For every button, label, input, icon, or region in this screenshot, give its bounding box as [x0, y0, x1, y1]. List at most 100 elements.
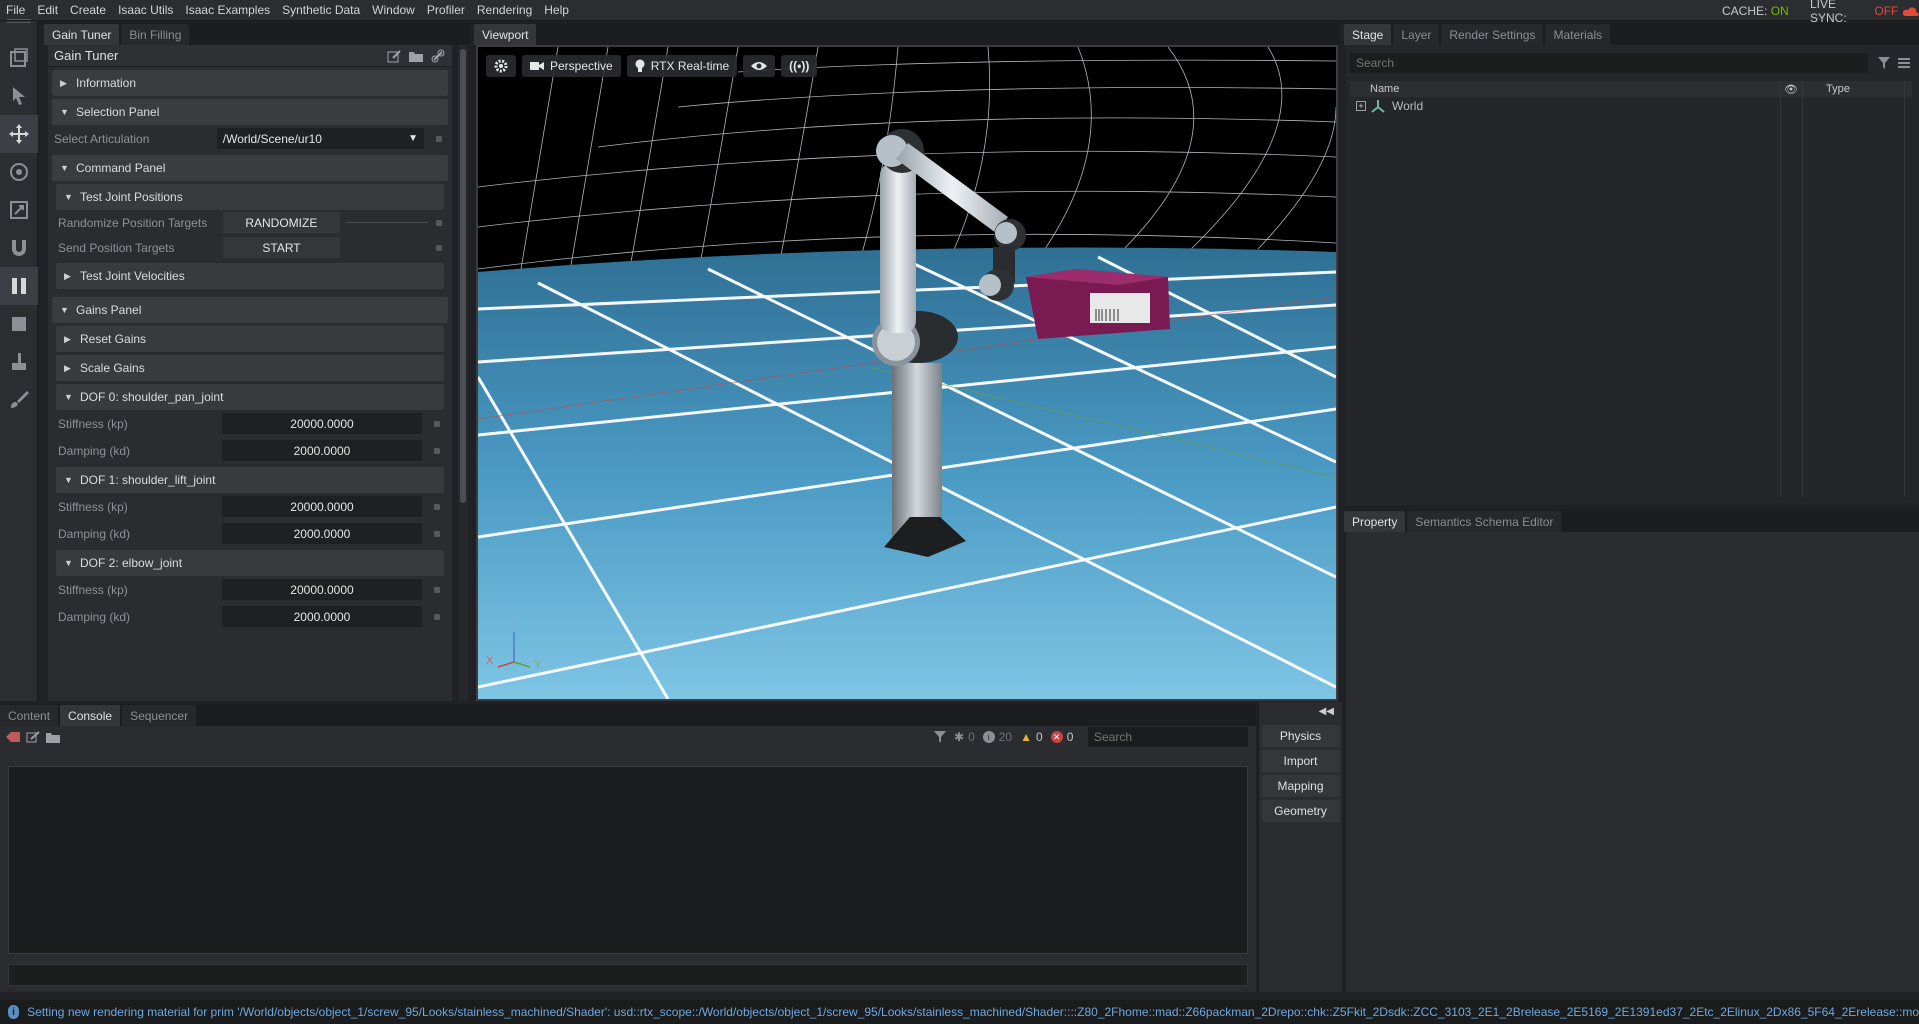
reset-dot[interactable]: [436, 219, 442, 226]
filter-icon[interactable]: [934, 731, 946, 743]
mapping-button[interactable]: Mapping: [1261, 775, 1340, 797]
menu-file[interactable]: File: [0, 3, 31, 17]
menu-create[interactable]: Create: [64, 3, 112, 17]
reset-dot[interactable]: [434, 530, 440, 537]
visibility-eye-icon[interactable]: 👁: [1780, 83, 1802, 96]
renderer-button[interactable]: RTX Real-time: [626, 55, 738, 77]
snap-magnet-icon[interactable]: [0, 229, 38, 267]
edit-icon[interactable]: [26, 731, 40, 743]
menu-isaac-examples[interactable]: Isaac Examples: [179, 3, 276, 17]
reset-dot[interactable]: [436, 244, 442, 251]
visibility-button[interactable]: [743, 55, 776, 77]
reset-dot[interactable]: [434, 503, 440, 510]
folder-icon[interactable]: [46, 731, 60, 743]
rotate-icon[interactable]: [0, 153, 38, 191]
stage-search-input[interactable]: [1350, 53, 1868, 73]
link-icon[interactable]: [430, 48, 446, 64]
expand-plus-icon[interactable]: +: [1356, 101, 1366, 111]
reset-dot[interactable]: [436, 135, 442, 142]
test-joint-velocities-frame[interactable]: ▶ Test Joint Velocities: [56, 263, 444, 289]
import-button[interactable]: Import: [1261, 750, 1340, 772]
tab-stage[interactable]: Stage: [1344, 24, 1392, 45]
tab-content[interactable]: Content: [0, 705, 59, 726]
viewport[interactable]: Perspective RTX Real-time ((•)) Z X Y: [476, 45, 1338, 701]
menu-synthetic-data[interactable]: Synthetic Data: [276, 3, 366, 17]
cache-status[interactable]: CACHE: ON: [1722, 0, 1789, 21]
tab-bin-filling[interactable]: Bin Filling: [121, 24, 190, 45]
menu-rendering[interactable]: Rendering: [471, 3, 538, 17]
tab-viewport[interactable]: Viewport: [474, 24, 537, 45]
toolbar-grip[interactable]: [0, 19, 37, 39]
dof-0-frame[interactable]: ▼ DOF 0: shoulder_pan_joint: [56, 384, 444, 410]
tab-semantics-schema-editor[interactable]: Semantics Schema Editor: [1407, 511, 1562, 532]
collapse-arrows-icon[interactable]: ◀◀: [1259, 702, 1342, 722]
menu-help[interactable]: Help: [538, 3, 575, 17]
dof-2-frame[interactable]: ▼ DOF 2: elbow_joint: [56, 550, 444, 576]
tree-row-world[interactable]: + World: [1350, 97, 1912, 115]
geometry-button[interactable]: Geometry: [1261, 800, 1340, 822]
gain-panel-scrollbar[interactable]: [458, 45, 468, 701]
console-command-input[interactable]: [8, 964, 1248, 986]
menu-profiler[interactable]: Profiler: [421, 3, 471, 17]
paint-brush-icon[interactable]: [0, 381, 38, 419]
camera-button[interactable]: Perspective: [522, 55, 621, 77]
clear-console-icon[interactable]: [6, 731, 20, 743]
console-search-input[interactable]: [1088, 727, 1248, 747]
tab-layer[interactable]: Layer: [1393, 24, 1440, 45]
edit-icon[interactable]: [386, 48, 402, 64]
column-name[interactable]: Name: [1350, 83, 1780, 95]
stop-icon[interactable]: [0, 305, 38, 343]
pointer-icon[interactable]: [0, 77, 38, 115]
tab-render-settings[interactable]: Render Settings: [1441, 24, 1544, 45]
physics-button[interactable]: Physics: [1261, 725, 1340, 747]
scale-icon[interactable]: [0, 191, 38, 229]
warning-icon[interactable]: ▲: [1020, 730, 1032, 744]
dof-1-stiffness-field[interactable]: 20000.0000: [222, 496, 422, 517]
reset-dot[interactable]: [434, 613, 440, 620]
hamburger-menu-icon[interactable]: [1898, 57, 1910, 69]
scale-gains-frame[interactable]: ▶ Scale Gains: [56, 355, 444, 381]
console-log[interactable]: [8, 766, 1248, 954]
move-icon[interactable]: [0, 115, 38, 153]
articulation-dropdown[interactable]: /World/Scene/ur10 ▼: [216, 128, 425, 149]
tab-gain-tuner[interactable]: Gain Tuner: [44, 24, 120, 45]
command-panel-frame[interactable]: ▼ Command Panel: [52, 155, 448, 181]
start-button[interactable]: START: [222, 237, 340, 258]
tab-sequencer[interactable]: Sequencer: [122, 705, 197, 726]
live-sync-status[interactable]: LIVE SYNC: OFF: [1810, 0, 1919, 25]
menu-edit[interactable]: Edit: [31, 3, 64, 17]
dof-1-damping-field[interactable]: 2000.0000: [222, 523, 422, 544]
reset-dot[interactable]: [434, 447, 440, 454]
info-icon[interactable]: i: [982, 731, 995, 743]
test-joint-positions-frame[interactable]: ▼ Test Joint Positions: [56, 184, 444, 210]
folder-icon[interactable]: [408, 48, 424, 64]
filter-icon[interactable]: [1878, 57, 1890, 69]
column-type[interactable]: Type: [1826, 83, 1850, 95]
reset-dot[interactable]: [434, 420, 440, 427]
tab-console[interactable]: Console: [60, 705, 121, 726]
gains-panel-frame[interactable]: ▼ Gains Panel: [52, 297, 448, 323]
pause-icon[interactable]: [0, 267, 38, 305]
verbose-icon[interactable]: ✱: [954, 730, 964, 744]
dof-2-damping-field[interactable]: 2000.0000: [222, 606, 422, 627]
tab-materials[interactable]: Materials: [1545, 24, 1611, 45]
physics-tools-icon[interactable]: [0, 343, 38, 381]
menu-isaac-utils[interactable]: Isaac Utils: [112, 3, 179, 17]
reset-gains-frame[interactable]: ▶ Reset Gains: [56, 326, 444, 352]
error-icon[interactable]: ✕: [1050, 731, 1063, 743]
information-frame[interactable]: ▶ Information: [52, 70, 448, 96]
dof-1-frame[interactable]: ▼ DOF 1: shoulder_lift_joint: [56, 467, 444, 493]
broadcast-button[interactable]: ((•)): [781, 55, 818, 77]
reset-dot[interactable]: [434, 586, 440, 593]
dof-0-stiffness-field[interactable]: 20000.0000: [222, 413, 422, 434]
selection-panel-frame[interactable]: ▼ Selection Panel: [52, 99, 448, 125]
tab-property[interactable]: Property: [1344, 511, 1406, 532]
dof-2-stiffness-field[interactable]: 20000.0000: [222, 579, 422, 600]
randomize-button[interactable]: RANDOMIZE: [222, 212, 340, 233]
stage-tabbar: Stage Layer Render Settings Materials: [1344, 23, 1919, 45]
menu-window[interactable]: Window: [366, 3, 421, 17]
dof-0-damping-field[interactable]: 2000.0000: [222, 440, 422, 461]
select-mode-icon[interactable]: [0, 39, 38, 77]
scrollbar-thumb[interactable]: [460, 49, 466, 503]
viewport-settings-button[interactable]: [486, 55, 516, 77]
